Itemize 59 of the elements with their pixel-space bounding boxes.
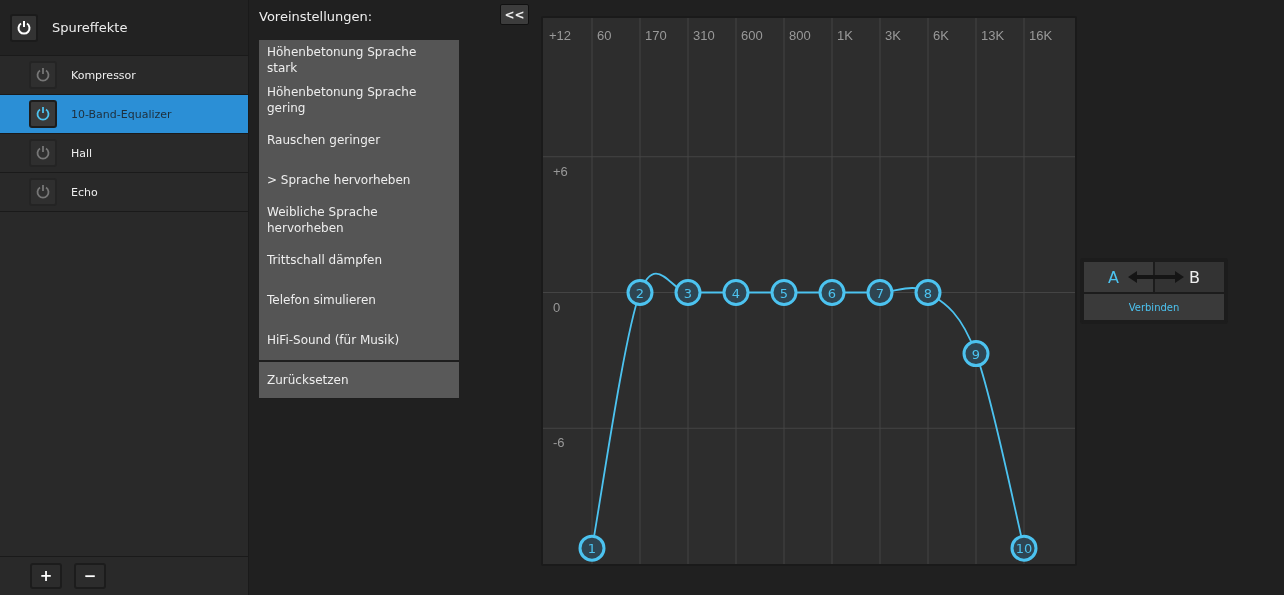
preset-item[interactable]: Höhenbetonung Sprache stark (259, 40, 459, 80)
preset-item[interactable]: HiFi-Sound (für Musik) (259, 320, 459, 360)
frequency-label: 3K (885, 28, 901, 43)
presets-title: Voreinstellungen: (259, 9, 373, 24)
band-handle[interactable]: 1 (578, 534, 606, 562)
power-icon (35, 67, 51, 83)
frequency-label: 60 (597, 28, 612, 43)
preset-item[interactable]: Telefon simulieren (259, 280, 459, 320)
preset-item[interactable]: Trittschall dämpfen (259, 240, 459, 280)
b-button[interactable]: B (1155, 262, 1224, 292)
frequency-label: 800 (789, 28, 811, 43)
preset-item[interactable]: > Sprache hervorheben (259, 160, 459, 200)
frequency-label: 6K (933, 28, 949, 43)
power-icon (16, 19, 32, 36)
frequency-label: 310 (693, 28, 715, 43)
effect-label: Echo (71, 185, 98, 199)
band-handle[interactable]: 6 (818, 279, 846, 306)
effect-label: Kompressor (71, 68, 136, 82)
gain-label: 0 (553, 299, 561, 315)
band-handle[interactable]: 8 (914, 279, 942, 306)
effect-label: 10-Band-Equalizer (71, 107, 172, 121)
power-toggle[interactable] (29, 61, 57, 89)
remove-button[interactable]: − (74, 563, 106, 589)
power-toggle[interactable] (29, 100, 57, 128)
band-handle[interactable]: 5 (770, 279, 798, 306)
effect-item[interactable]: 10-Band-Equalizer (0, 95, 248, 134)
a-button[interactable]: A (1084, 262, 1153, 292)
power-icon (35, 145, 51, 161)
power-button[interactable] (10, 13, 38, 42)
band-handle[interactable]: 3 (674, 279, 702, 306)
gain-label: +6 (553, 163, 568, 179)
reset-item[interactable]: Zurücksetzen (259, 360, 459, 399)
panel-title: Spureffekte (52, 20, 128, 35)
gain-label: +12 (549, 28, 572, 43)
frequency-label: 170 (645, 28, 667, 43)
frequency-label: 1K (837, 28, 853, 43)
collapse-button[interactable]: << (500, 4, 529, 25)
band-handle[interactable]: 4 (722, 279, 750, 306)
band-handle[interactable]: 2 (626, 279, 654, 306)
gain-label: -6 (553, 435, 565, 451)
power-toggle[interactable] (29, 178, 57, 206)
power-icon (35, 184, 51, 200)
effect-label: Hall (71, 146, 93, 160)
frequency-label: 600 (741, 28, 763, 43)
band-handle[interactable]: 7 (866, 279, 894, 306)
frequency-label: 13K (981, 28, 1005, 43)
preset-item[interactable]: Weibliche Sprache hervorheben (259, 200, 459, 240)
effect-item[interactable]: Hall (0, 134, 248, 173)
preset-item[interactable]: Rauschen geringer (259, 120, 459, 160)
power-icon (35, 106, 51, 122)
double-arrow-icon (1128, 271, 1184, 283)
power-toggle[interactable] (29, 139, 57, 167)
effect-item[interactable]: Echo (0, 173, 248, 212)
frequency-label: 16K (1029, 28, 1053, 43)
add-button[interactable]: + (30, 563, 62, 589)
preset-item[interactable]: Höhenbetonung Sprache gering (259, 80, 459, 120)
band-handle[interactable]: 9 (962, 340, 990, 368)
band-handle[interactable]: 10 (1010, 534, 1038, 562)
connect-button[interactable]: Verbinden (1084, 294, 1224, 320)
